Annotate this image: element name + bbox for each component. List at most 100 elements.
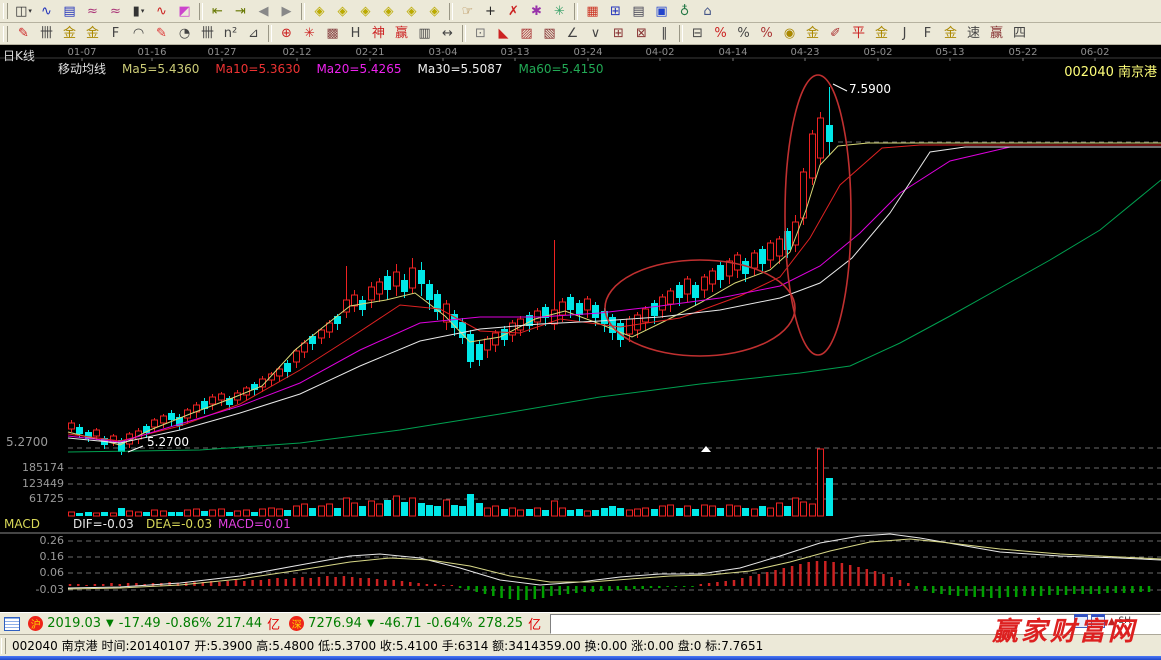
save-icon: ▣ <box>655 5 667 18</box>
notes-button[interactable]: ▤ <box>627 2 650 21</box>
percent-line-button[interactable]: % <box>755 24 778 43</box>
info-panel-button[interactable]: ▤ <box>58 2 81 21</box>
ying-grid-button[interactable]: 赢 <box>390 24 413 43</box>
shanghai-badge[interactable]: 沪 <box>28 616 43 631</box>
app-window: ◫▾∿▤≈≈▮▾∿◩⇤⇥◀▶◈◈◈◈◈◈☞+✗✱✳▦⊞▤▣♁⌂ ✎卌金金F◠✎◔… <box>0 0 1161 660</box>
golden-channel-button[interactable]: 金 <box>81 24 104 43</box>
ying-angle-button[interactable]: 赢 <box>985 24 1008 43</box>
f-angle-button[interactable]: F <box>916 24 939 43</box>
percent-retrace-button[interactable]: % <box>709 24 732 43</box>
marker-pencil-icon: ✐ <box>830 27 841 40</box>
speed-line-button[interactable]: 速 <box>962 24 985 43</box>
red-pencil-button[interactable]: ✎ <box>150 24 173 43</box>
expand-horizontal-button[interactable]: ◈ <box>354 2 377 21</box>
price-scale-button[interactable]: ⊟ <box>686 24 709 43</box>
mark-tool-button[interactable]: ✗ <box>502 2 525 21</box>
first-page-button[interactable]: ⇤ <box>206 2 229 21</box>
dense-grid-button[interactable]: 卌 <box>196 24 219 43</box>
info-bar-grip[interactable] <box>1 638 6 654</box>
golden-box-button[interactable]: 金 <box>870 24 893 43</box>
gann-tool-button[interactable]: ✱ <box>525 2 548 21</box>
box-tool-button[interactable]: ⊡ <box>469 24 492 43</box>
grid-tool-button[interactable]: 卌 <box>35 24 58 43</box>
gold-angle-button[interactable]: 金 <box>939 24 962 43</box>
four-angle-button[interactable]: 四 <box>1008 24 1031 43</box>
index-value-text: ▼ <box>367 618 375 629</box>
mini-window-icon[interactable] <box>1074 614 1088 628</box>
target-tool-button[interactable]: ⊕ <box>275 24 298 43</box>
minute-chart-3-button[interactable]: ≈ <box>81 2 104 21</box>
zigzag-tool-button[interactable]: ∨ <box>584 24 607 43</box>
shenzhen-badge[interactable]: 深 <box>289 616 304 631</box>
shen-grid-button[interactable]: 神 <box>367 24 390 43</box>
notes-icon: ▤ <box>632 5 644 18</box>
minute-chart-9-button[interactable]: ≈ <box>104 2 127 21</box>
expand-all-button[interactable]: ◈ <box>423 2 446 21</box>
expand-vertical-button[interactable]: ◈ <box>400 2 423 21</box>
j-angle-button[interactable]: J <box>893 24 916 43</box>
angle-tool-button[interactable]: ⊿ <box>242 24 265 43</box>
measure-tool-button[interactable]: ↔ <box>436 24 459 43</box>
marker-pencil-button[interactable]: ✐ <box>824 24 847 43</box>
parallel-lines-button[interactable]: ∥ <box>653 24 676 43</box>
shrink-left-button[interactable]: ◈ <box>308 2 331 21</box>
ruler-tool-button[interactable]: ▥ <box>413 24 436 43</box>
last-page-button[interactable]: ⇥ <box>229 2 252 21</box>
mini-window-icon[interactable] <box>1091 614 1105 628</box>
web-grid-button[interactable]: ▩ <box>321 24 344 43</box>
smart-tool-button[interactable]: ✳ <box>548 2 571 21</box>
fibonacci-button[interactable]: F <box>104 24 127 43</box>
calendar-button[interactable]: ▦ <box>581 2 604 21</box>
grid-box2-button[interactable]: ⊠ <box>630 24 653 43</box>
pingtai-tool-button[interactable]: 平 <box>847 24 870 43</box>
fan-lines-button[interactable]: ◣ <box>492 24 515 43</box>
overlay-curve-button[interactable]: ∿ <box>150 2 173 21</box>
connection-label: SH <box>1119 616 1131 626</box>
arc-tool-button[interactable]: ◠ <box>127 24 150 43</box>
gann-box-button[interactable]: ▨ <box>515 24 538 43</box>
hand-tool-button[interactable]: ☞ <box>456 2 479 21</box>
trend-line-button[interactable]: ∿ <box>35 2 58 21</box>
dense-grid-icon: 卌 <box>201 27 214 40</box>
prev-button[interactable]: ◀ <box>252 2 275 21</box>
save-button[interactable]: ▣ <box>650 2 673 21</box>
macd-indicator-label[interactable]: MACD <box>4 517 40 531</box>
market-table-icon[interactable] <box>4 617 20 631</box>
date-label: 03-13 <box>500 47 529 58</box>
toolbar-grip[interactable] <box>3 26 8 42</box>
shrink-right-button[interactable]: ◈ <box>331 2 354 21</box>
cycle-tool-button[interactable]: ◔ <box>173 24 196 43</box>
toolbar-separator <box>268 25 272 42</box>
toolbar-grip[interactable] <box>3 3 8 19</box>
golden-section-icon: 金 <box>63 27 76 40</box>
pencil-tool-button[interactable]: ✎ <box>12 24 35 43</box>
gann-shade-button[interactable]: ▧ <box>538 24 561 43</box>
angle-lines-button[interactable]: ∠ <box>561 24 584 43</box>
color-indicator-button[interactable]: ◩ <box>173 2 196 21</box>
golden-section-button[interactable]: 金 <box>58 24 81 43</box>
golden-lines-icon: 金 <box>806 27 819 40</box>
computer-button[interactable]: ⌂ <box>696 2 719 21</box>
golden-box-icon: 金 <box>875 27 888 40</box>
command-input[interactable] <box>550 614 1161 634</box>
percent-button[interactable]: % <box>732 24 755 43</box>
golden-lines-button[interactable]: 金 <box>801 24 824 43</box>
next-button[interactable]: ▶ <box>275 2 298 21</box>
compress-horizontal-button[interactable]: ◈ <box>377 2 400 21</box>
speed-line-icon: 速 <box>967 27 980 40</box>
starburst-tool-button[interactable]: ✳ <box>298 24 321 43</box>
grid-box-button[interactable]: ⊞ <box>607 24 630 43</box>
n-square-button[interactable]: n² <box>219 24 242 43</box>
web-grid-icon: ▩ <box>326 27 338 40</box>
prev-icon: ◀ <box>259 5 269 18</box>
calculator-button[interactable]: ⊞ <box>604 2 627 21</box>
date-label: 06-02 <box>1080 47 1109 58</box>
kline-style-button[interactable]: ◫▾ <box>12 2 35 21</box>
candle-type-button[interactable]: ▮▾ <box>127 2 150 21</box>
golden-circle-button[interactable]: ◉ <box>778 24 801 43</box>
wave-tool-button[interactable]: Η <box>344 24 367 43</box>
n-square-icon: n² <box>224 27 237 40</box>
box-tool-icon: ⊡ <box>475 27 486 40</box>
crosshair-tool-button[interactable]: + <box>479 2 502 21</box>
network-button[interactable]: ♁ <box>673 2 696 21</box>
